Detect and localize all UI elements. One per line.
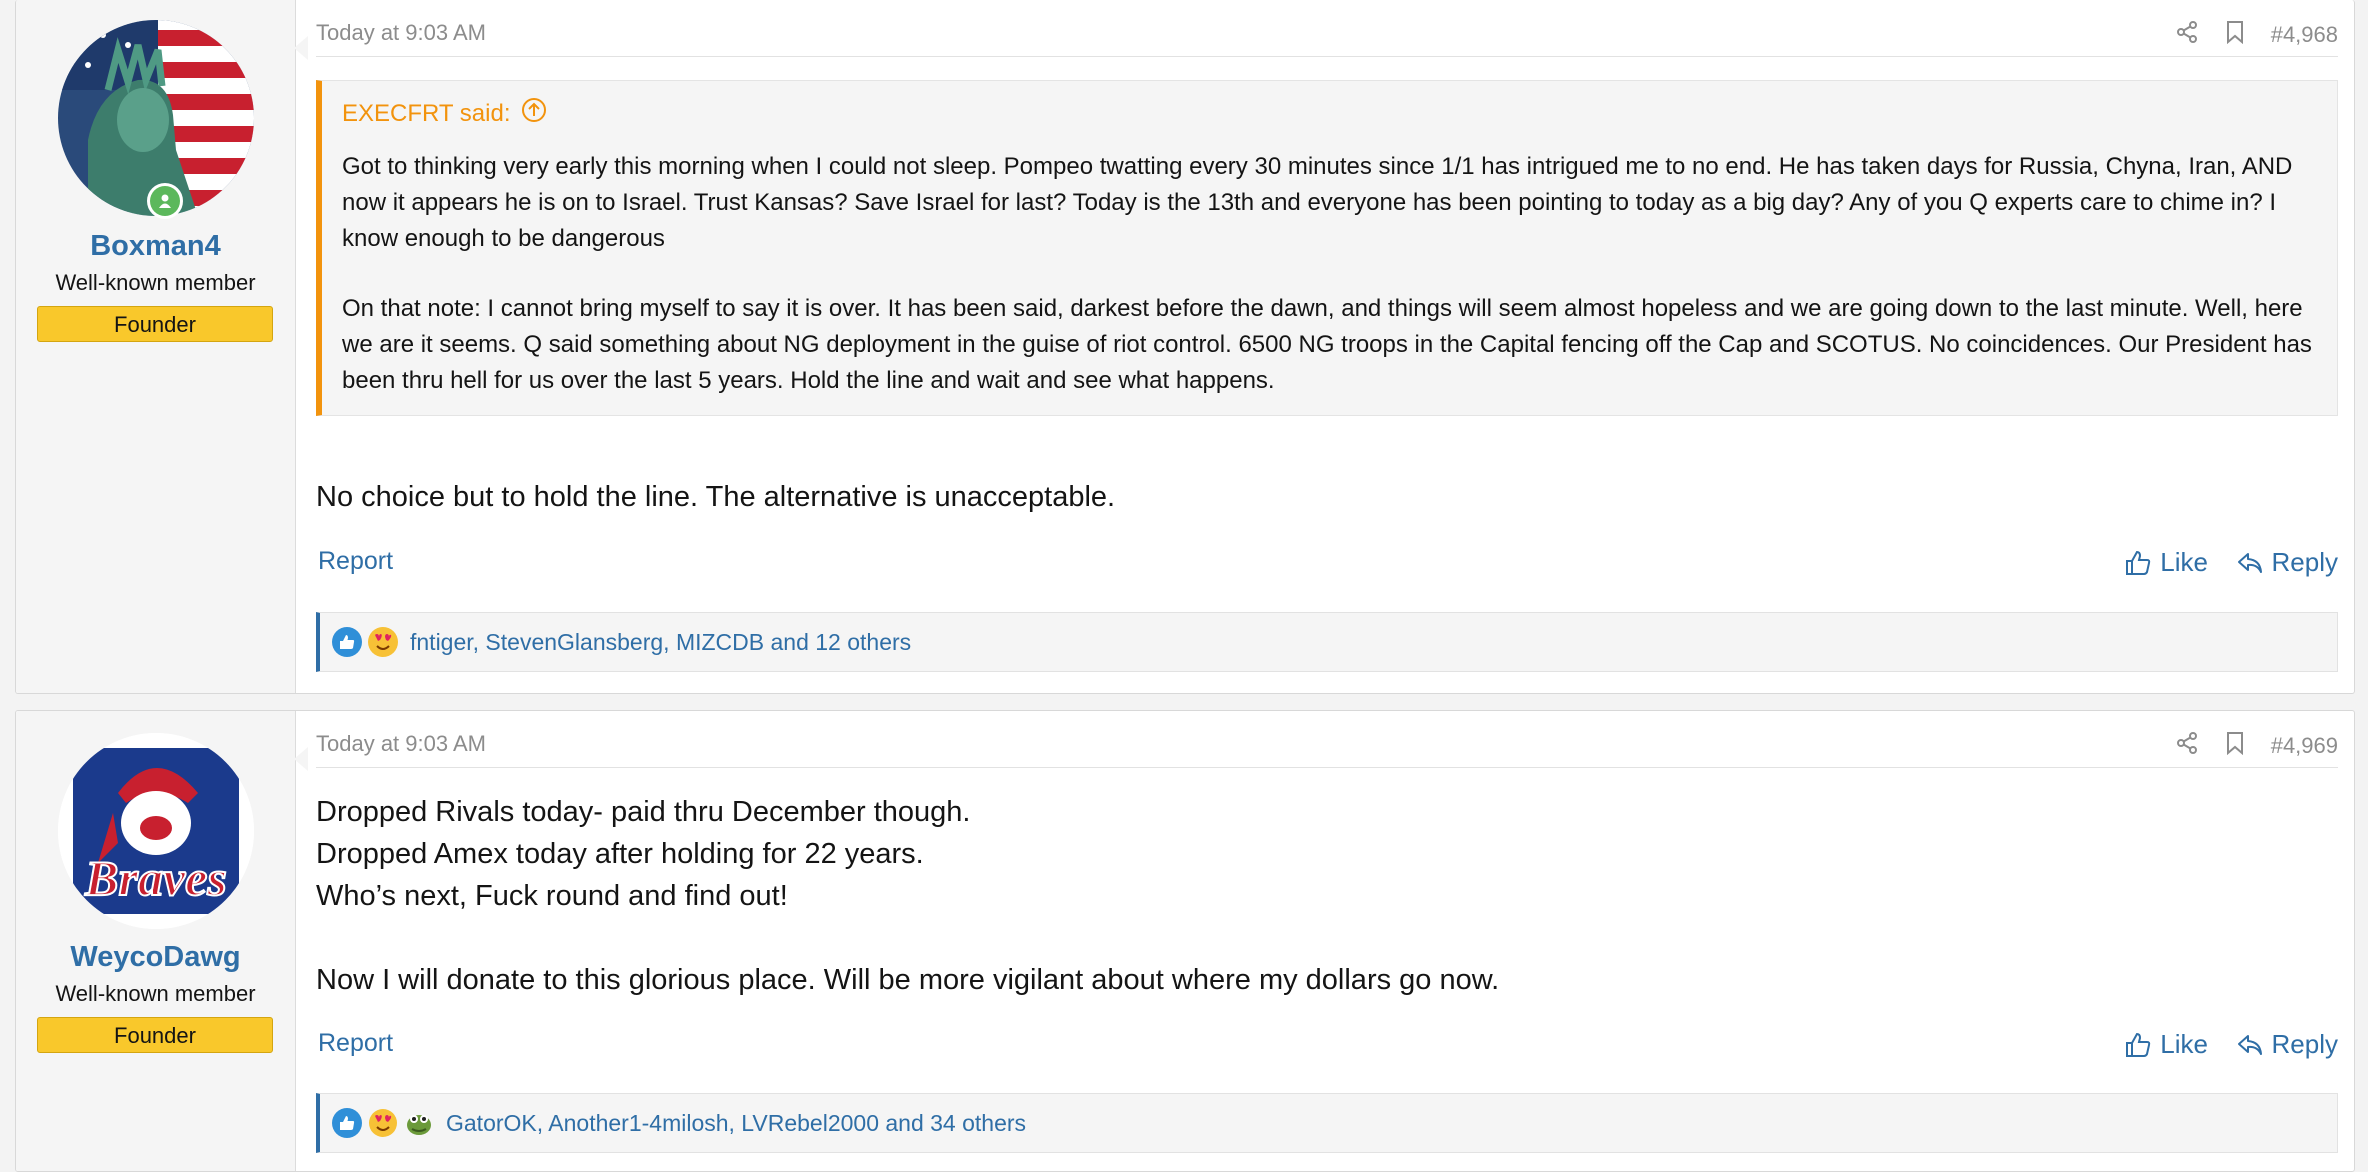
reaction-users[interactable]: GatorOK, Another1-4milosh, LVRebel2000 a… <box>446 1110 1026 1137</box>
username[interactable]: WeycoDawg <box>16 941 295 974</box>
braves-logo-text: Braves <box>84 850 227 906</box>
report-link[interactable]: Report <box>318 1029 393 1058</box>
arrow-up-circle-icon[interactable] <box>521 97 547 130</box>
post-body-line: Dropped Rivals today- paid thru December… <box>316 796 971 828</box>
reaction-users[interactable]: fntiger, StevenGlansberg, MIZCDB and 12 … <box>410 629 911 656</box>
avatar[interactable]: Braves <box>58 733 254 929</box>
post-body: No choice but to hold the line. The alte… <box>316 481 1116 513</box>
share-icon[interactable] <box>2175 731 2199 761</box>
reactions-bar[interactable]: fntiger, StevenGlansberg, MIZCDB and 12 … <box>316 612 2338 672</box>
bookmark-icon[interactable] <box>2225 731 2245 761</box>
post-date[interactable]: Today at 9:03 AM <box>316 20 486 46</box>
user-banner: Founder <box>37 1017 273 1053</box>
post-body-line: Now I will donate to this glorious place… <box>316 964 1500 996</box>
like-button[interactable]: Like <box>2124 547 2208 578</box>
quote-paragraph: Got to thinking very early this morning … <box>342 153 2293 252</box>
reactions-bar[interactable]: GatorOK, Another1-4milosh, LVRebel2000 a… <box>316 1093 2338 1153</box>
post-4968: Boxman4 Well-known member Founder Today … <box>15 0 2355 694</box>
love-reaction-icon <box>368 1108 398 1138</box>
like-reaction-icon <box>332 627 362 657</box>
quote-header[interactable]: EXECFRT said: <box>342 97 547 130</box>
post-date[interactable]: Today at 9:03 AM <box>316 731 486 757</box>
post-body-line: Dropped Amex today after holding for 22 … <box>316 838 924 870</box>
like-label: Like <box>2160 1029 2208 1059</box>
reply-icon <box>2237 1034 2262 1055</box>
username[interactable]: Boxman4 <box>16 230 295 263</box>
online-status-icon <box>147 183 183 219</box>
post-main: Today at 9:03 AM #4,968 EXECFRT said: Go… <box>296 0 2354 693</box>
love-reaction-icon <box>368 627 398 657</box>
thumbs-up-icon <box>2126 1032 2151 1057</box>
like-label: Like <box>2160 547 2208 577</box>
thumbs-up-icon <box>2126 550 2151 575</box>
reply-icon <box>2237 552 2262 573</box>
post-body-line: Who’s next, Fuck round and find out! <box>316 880 788 912</box>
quote-paragraph: On that note: I cannot bring myself to s… <box>342 295 2312 394</box>
bookmark-icon[interactable] <box>2225 20 2245 50</box>
reply-button[interactable]: Reply <box>2236 1029 2338 1060</box>
post-number[interactable]: #4,968 <box>2271 22 2338 48</box>
quote-author[interactable]: EXECFRT said: <box>342 100 511 128</box>
reply-label: Reply <box>2271 547 2338 577</box>
user-title: Well-known member <box>55 270 256 295</box>
post-main: Today at 9:03 AM #4,969 Dropped Rivals t… <box>296 711 2354 1171</box>
quote-block: EXECFRT said: Got to thinking very early… <box>316 80 2338 416</box>
reply-button[interactable]: Reply <box>2236 547 2338 578</box>
user-column: Boxman4 Well-known member Founder <box>16 0 296 693</box>
user-title: Well-known member <box>55 981 256 1006</box>
like-reaction-icon <box>332 1108 362 1138</box>
post-meta: Today at 9:03 AM #4,969 <box>316 711 2338 768</box>
report-link[interactable]: Report <box>318 547 393 576</box>
like-button[interactable]: Like <box>2124 1029 2208 1060</box>
reply-label: Reply <box>2271 1029 2338 1059</box>
user-column: Braves WeycoDawg Well-known member Found… <box>16 711 296 1171</box>
post-meta: Today at 9:03 AM #4,968 <box>316 0 2338 57</box>
user-banner: Founder <box>37 306 273 342</box>
frog-reaction-icon <box>404 1108 434 1138</box>
post-number[interactable]: #4,969 <box>2271 733 2338 759</box>
post-4969: Braves WeycoDawg Well-known member Found… <box>15 710 2355 1172</box>
share-icon[interactable] <box>2175 20 2199 50</box>
